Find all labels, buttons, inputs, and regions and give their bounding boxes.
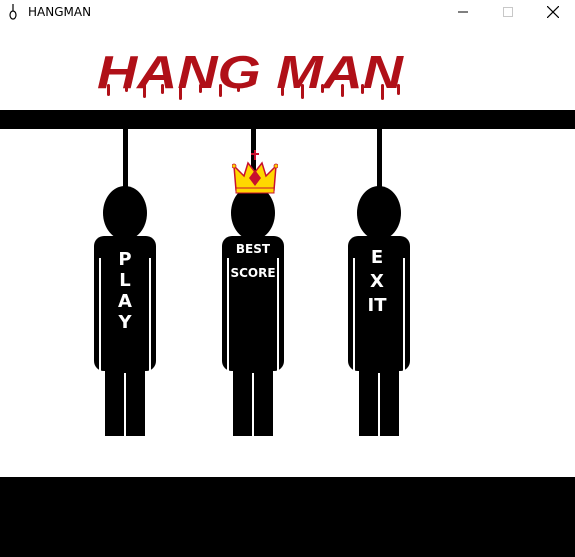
close-icon <box>546 6 559 18</box>
window-titlebar: HANGMAN <box>0 0 575 24</box>
window-title: HANGMAN <box>28 5 92 19</box>
exit-label: EXIT <box>367 247 387 316</box>
exit-button[interactable]: EXIT <box>346 128 412 438</box>
window-controls <box>440 0 575 24</box>
game-logo: HANG MAN <box>97 46 404 100</box>
close-button[interactable] <box>530 0 575 24</box>
best-label: BEST <box>235 242 271 256</box>
crown-icon <box>232 150 278 194</box>
gallows-beam <box>0 110 575 129</box>
ground-bar <box>0 477 575 557</box>
play-label: PLAY <box>118 249 132 333</box>
minimize-icon <box>457 11 468 13</box>
noose-icon <box>4 3 22 21</box>
minimize-button[interactable] <box>440 0 485 24</box>
play-button[interactable]: PLAY <box>92 128 158 438</box>
maximize-button[interactable] <box>485 0 530 24</box>
maximize-icon <box>502 7 513 17</box>
score-label: SCORE <box>230 266 276 280</box>
